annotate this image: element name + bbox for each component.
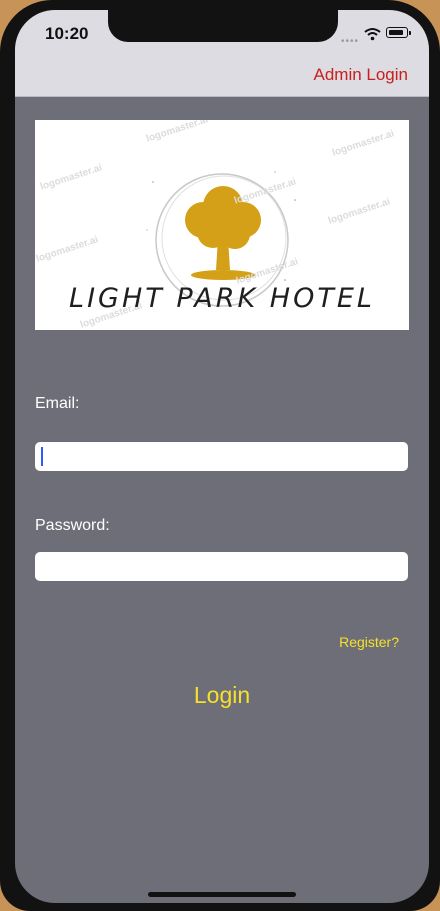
admin-login-button[interactable]: Admin Login [313, 65, 408, 85]
home-indicator[interactable] [148, 892, 296, 897]
wifi-icon [364, 28, 381, 41]
login-button[interactable]: Login [15, 682, 429, 709]
signal-dots-icon: •••• [341, 36, 360, 47]
battery-icon [386, 27, 411, 38]
notch [108, 10, 338, 42]
text-cursor [41, 447, 43, 466]
password-field[interactable] [35, 552, 408, 581]
screen: 10:20 •••• Admin Login logomaster.ai log… [15, 10, 429, 903]
status-bar: 10:20 •••• [15, 10, 429, 56]
status-time: 10:20 [45, 24, 89, 43]
hotel-logo-image: logomaster.ai logomaster.ai logomaster.a… [35, 120, 409, 330]
password-label: Password: [35, 517, 110, 534]
register-link[interactable]: Register? [339, 634, 399, 650]
email-field[interactable] [35, 442, 408, 471]
navigation-bar: Admin Login [15, 56, 429, 97]
hotel-name-text: LIGHT PARK HOTEL [69, 283, 375, 314]
email-label: Email: [35, 395, 80, 412]
phone-frame: 10:20 •••• Admin Login logomaster.ai log… [0, 0, 440, 911]
